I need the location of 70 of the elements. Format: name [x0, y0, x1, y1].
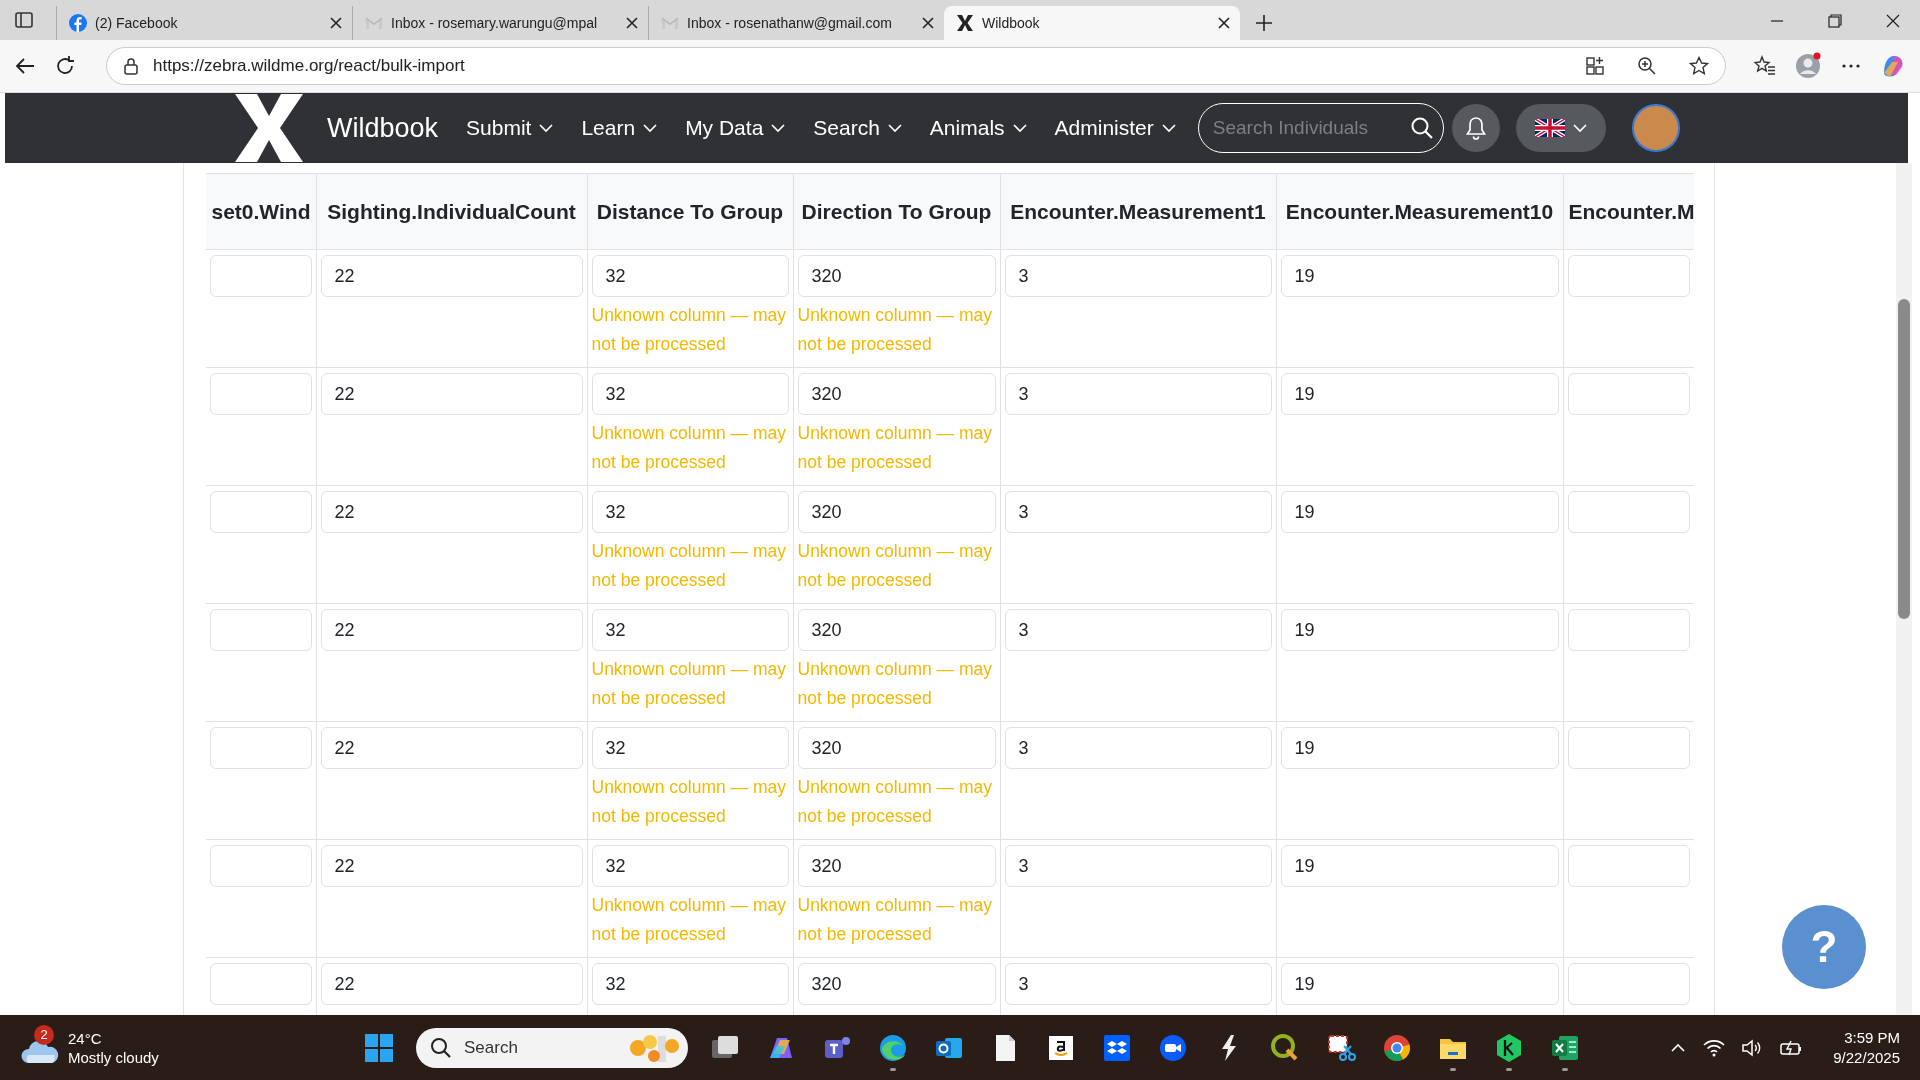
input-field[interactable]: 320 — [797, 963, 996, 1005]
input-field[interactable]: 22 — [320, 845, 583, 887]
input-field[interactable]: 19 — [1280, 963, 1559, 1005]
clock-time[interactable]: 3:59 PM — [1844, 1027, 1900, 1048]
input-field[interactable]: 3 — [1004, 609, 1272, 651]
clock-date[interactable]: 9/22/2025 — [1833, 1047, 1900, 1068]
input-field[interactable]: 19 — [1280, 373, 1559, 415]
input-field[interactable]: 19 — [1280, 727, 1559, 769]
notification-badge: 2 — [34, 1024, 54, 1045]
column-header: set0.Wind — [206, 173, 316, 250]
input-field[interactable]: 19 — [1280, 491, 1559, 533]
address-bar[interactable]: https://zebra.wildme.org/react/bulk-import — [106, 47, 1726, 85]
input-field[interactable]: 320 — [797, 845, 996, 887]
nav-menu-item[interactable]: Learn — [571, 106, 668, 150]
nav-menu-item[interactable]: Submit — [456, 106, 564, 150]
warning-text: Unknown column — may not be processed — [591, 658, 788, 710]
weather-condition-text: Mostly cloudy — [68, 1047, 159, 1067]
input-field[interactable]: 3 — [1004, 491, 1272, 533]
warning-text: Unknown column — may not be processed — [797, 776, 994, 828]
warning-text: Unknown column — may not be processed — [797, 658, 994, 710]
input-field[interactable]: 3 — [1004, 845, 1272, 887]
input-field[interactable]: 32 — [591, 963, 789, 1005]
input-field[interactable]: 32 — [591, 609, 789, 651]
nav-menu-item[interactable]: Administer — [1044, 106, 1186, 150]
warning-text: Unknown column — may not be processed — [591, 776, 788, 828]
input-field[interactable]: 22 — [320, 373, 583, 415]
temperature-text: 24°C — [68, 1028, 103, 1048]
input-field[interactable]: 3 — [1004, 727, 1272, 769]
input-field[interactable]: 320 — [797, 373, 996, 415]
input-field[interactable]: 320 — [797, 491, 996, 533]
input-field[interactable]: 19 — [1280, 845, 1559, 887]
input-field[interactable]: 22 — [320, 491, 583, 533]
warning-text: Unknown column — may not be processed — [591, 894, 788, 946]
warning-text: Unknown column — may not be processed — [797, 304, 994, 356]
input-field[interactable]: 19 — [1280, 255, 1559, 297]
warning-text: Unknown column — may not be processed — [797, 422, 994, 474]
column-header: Encounter.Measurement1 — [1000, 173, 1276, 250]
warning-text: Unknown column — may not be processed — [591, 540, 788, 592]
browser-tab[interactable]: Wildbook — [944, 6, 1240, 40]
input-field[interactable]: 3 — [1004, 373, 1272, 415]
search-field[interactable]: Search Individuals — [1197, 103, 1444, 153]
input-field[interactable]: 32 — [591, 845, 789, 887]
nav-menu-item[interactable]: Animals — [919, 106, 1037, 150]
taskbar-search-field[interactable]: Search — [416, 1027, 688, 1068]
nav-menu-item[interactable]: My Data — [675, 106, 796, 150]
input-field[interactable]: 22 — [320, 727, 583, 769]
input-field[interactable]: 320 — [797, 727, 996, 769]
column-header: Encounter.M — [1563, 173, 1694, 250]
column-header: Direction To Group — [793, 173, 1000, 250]
warning-text: Unknown column — may not be processed — [591, 304, 788, 356]
column-header: Distance To Group — [587, 173, 793, 250]
input-field[interactable]: 320 — [797, 255, 996, 297]
input-field[interactable]: 22 — [320, 963, 583, 1005]
input-field[interactable]: 3 — [1004, 255, 1272, 297]
column-header: Sighting.IndividualCount — [316, 173, 587, 250]
input-field[interactable]: 19 — [1280, 609, 1559, 651]
brand-name[interactable]: Wildbook — [327, 112, 439, 144]
input-field[interactable]: 32 — [591, 255, 789, 297]
input-field[interactable]: 32 — [591, 727, 789, 769]
input-field[interactable]: 320 — [797, 609, 996, 651]
input-field[interactable]: 22 — [320, 255, 583, 297]
warning-text: Unknown column — may not be processed — [797, 540, 994, 592]
warning-text: Unknown column — may not be processed — [797, 894, 994, 946]
warning-text: Unknown column — may not be processed — [591, 422, 788, 474]
input-field[interactable]: 32 — [591, 491, 789, 533]
input-field[interactable]: 22 — [320, 609, 583, 651]
column-header: Encounter.Measurement10 — [1276, 173, 1563, 250]
input-field[interactable]: 3 — [1004, 963, 1272, 1005]
input-field[interactable]: 32 — [591, 373, 789, 415]
nav-menu-item[interactable]: Search — [803, 106, 912, 150]
